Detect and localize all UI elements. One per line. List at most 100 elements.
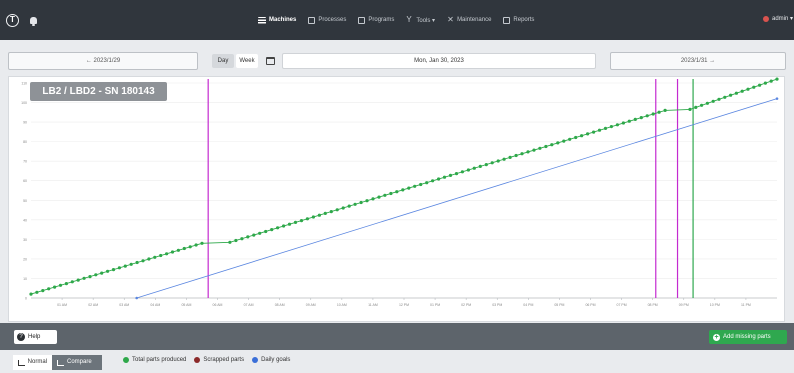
part-point[interactable] [317,213,321,217]
part-point[interactable] [329,210,333,214]
part-point[interactable] [705,101,710,105]
part-point[interactable] [335,208,339,212]
legend-total-parts[interactable]: Total parts produced [123,357,186,363]
app-logo-icon[interactable]: T [6,14,19,27]
part-point[interactable] [401,188,405,192]
part-point[interactable] [282,224,286,228]
part-point[interactable] [270,228,274,232]
part-point[interactable] [305,217,309,221]
nav-machines[interactable]: Machines [258,16,296,24]
part-point[interactable] [466,168,470,172]
part-point[interactable] [47,287,51,291]
goal-point[interactable] [135,296,138,300]
part-point[interactable] [550,143,554,147]
part-point[interactable] [100,271,104,275]
part-point[interactable] [775,77,779,81]
compare-mode-button[interactable]: Compare [52,355,102,370]
prev-day-button[interactable]: ← 2023/1/29 [8,52,198,70]
part-point[interactable] [188,245,192,249]
part-point[interactable] [165,252,169,256]
part-point[interactable] [454,172,459,176]
part-point[interactable] [377,195,381,199]
part-point[interactable] [194,243,198,247]
part-point[interactable] [758,83,762,87]
part-point[interactable] [347,204,351,208]
part-point[interactable] [135,260,139,265]
part-point[interactable] [76,278,80,282]
part-point[interactable] [323,211,327,215]
part-point[interactable] [442,175,447,179]
part-point[interactable] [437,177,441,181]
part-point[interactable] [359,200,363,205]
nav-programs[interactable]: Programs [358,16,394,24]
legend-daily-goals[interactable]: Daily goals [252,357,290,363]
part-point[interactable] [592,130,596,134]
part-point[interactable] [431,179,435,183]
part-point[interactable] [633,117,637,121]
part-point[interactable] [252,233,256,237]
part-point[interactable] [389,191,393,196]
part-point[interactable] [159,253,163,258]
part-point[interactable] [544,144,548,149]
part-point[interactable] [763,81,768,85]
part-point[interactable] [645,114,649,118]
part-point[interactable] [568,137,572,141]
part-point[interactable] [769,79,773,83]
part-point[interactable] [64,282,68,286]
legend-scrapped-parts[interactable]: Scrapped parts [194,357,244,363]
week-range-button[interactable]: Week [236,54,258,68]
part-point[interactable] [580,134,584,138]
part-point[interactable] [484,163,488,167]
part-point[interactable] [141,259,145,263]
part-point[interactable] [365,199,369,203]
part-point[interactable] [723,95,727,99]
part-point[interactable] [234,238,238,243]
part-point[interactable] [407,186,411,190]
part-point[interactable] [341,206,345,210]
part-point[interactable] [176,248,180,252]
part-point[interactable] [508,155,512,159]
goal-point[interactable] [775,97,779,100]
part-point[interactable] [711,99,715,103]
part-point[interactable] [94,273,98,277]
part-point[interactable] [153,255,157,259]
part-point[interactable] [657,110,661,114]
part-point[interactable] [182,246,186,251]
part-point[interactable] [574,135,578,140]
add-missing-parts-button[interactable]: + Add missing parts [709,330,787,344]
part-point[interactable] [228,240,232,244]
nav-maintenance[interactable]: Maintenance [447,15,491,24]
part-point[interactable] [240,237,244,241]
user-menu[interactable]: admin ▾ [763,15,793,22]
help-button[interactable]: ? Help [14,330,57,344]
part-point[interactable] [627,119,631,123]
part-point[interactable] [651,112,655,116]
part-point[interactable] [106,269,110,273]
bell-icon[interactable] [30,17,37,26]
part-point[interactable] [29,292,33,296]
day-range-button[interactable]: Day [212,54,234,68]
part-point[interactable] [615,123,620,127]
part-point[interactable] [478,164,482,168]
part-point[interactable] [70,280,74,284]
part-point[interactable] [41,289,45,293]
part-point[interactable] [526,150,530,154]
part-point[interactable] [287,222,292,226]
part-point[interactable] [609,125,614,129]
part-point[interactable] [586,132,590,136]
part-point[interactable] [383,193,387,197]
part-point[interactable] [117,266,121,270]
part-point[interactable] [111,268,116,272]
part-point[interactable] [597,128,602,132]
part-point[interactable] [538,146,542,150]
part-point[interactable] [717,97,721,101]
part-point[interactable] [514,153,518,158]
part-point[interactable] [246,235,250,239]
part-point[interactable] [490,161,494,165]
part-point[interactable] [740,89,744,93]
nav-tools[interactable]: Tools ▾ [406,15,435,24]
part-point[interactable] [53,285,57,289]
part-point[interactable] [299,219,304,223]
part-point[interactable] [734,91,739,95]
part-point[interactable] [200,241,204,245]
